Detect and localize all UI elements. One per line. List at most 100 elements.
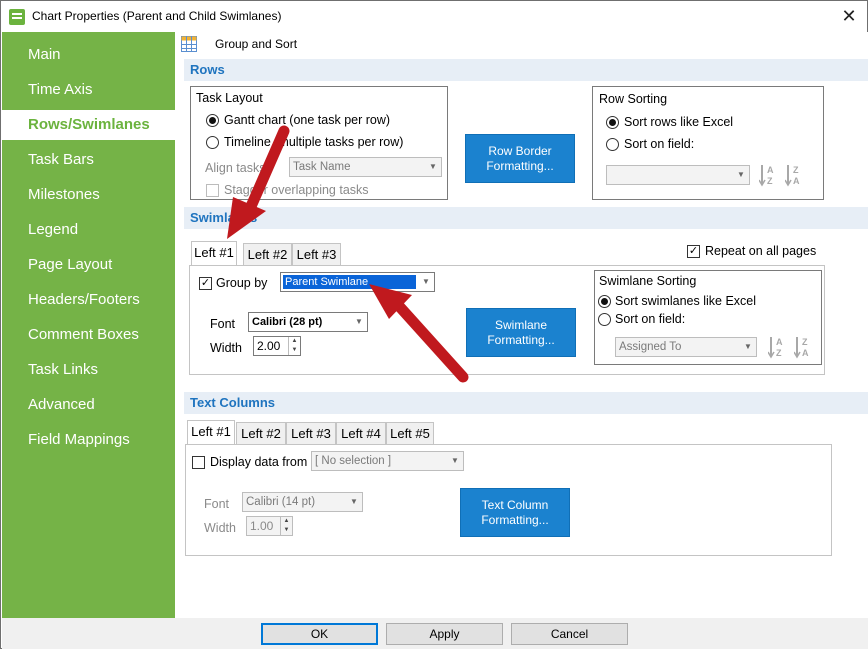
group-by-select[interactable]: Parent Swimlane ▼ [280,272,435,292]
sort-descending-icon[interactable]: ZA [784,163,805,187]
swimlane-tab-left-2[interactable]: Left #2 [243,243,292,265]
svg-text:A: A [793,176,800,186]
swimlane-width-spinner[interactable]: 2.00 ▲ ▼ [253,336,301,356]
sort-ascending-icon[interactable]: AZ [758,163,779,187]
row-sorting-title: Row Sorting [599,92,668,106]
swimlane-width-value: 2.00 [257,339,281,353]
row-sorting-group: Row Sorting Sort rows like Excel Sort on… [592,86,824,200]
sidebar-item-time-axis[interactable]: Time Axis [2,75,175,105]
app-icon [9,9,25,25]
svg-text:Z: Z [793,165,799,175]
text-column-tab-left-3[interactable]: Left #3 [286,422,336,444]
sort-rows-excel-label[interactable]: Sort rows like Excel [624,115,733,129]
group-by-value: Parent Swimlane [283,275,416,289]
window-title: Chart Properties (Parent and Child Swiml… [32,9,282,23]
display-data-label[interactable]: Display data from [210,455,307,469]
gantt-option-label[interactable]: Gantt chart (one task per row) [224,113,390,127]
chevron-down-icon: ▼ [737,170,745,179]
sidebar-item-field-mappings[interactable]: Field Mappings [2,425,175,455]
text-column-tab-panel: Display data from [ No selection ] ▼ Fon… [185,444,832,556]
align-tasks-label: Align tasks [205,161,266,175]
timeline-radio[interactable] [206,136,219,149]
task-layout-group: Task Layout Gantt chart (one task per ro… [190,86,448,200]
text-column-font-select[interactable]: Calibri (14 pt) ▼ [242,492,363,512]
text-column-tab-left-2[interactable]: Left #2 [236,422,286,444]
swimlane-sort-field-select[interactable]: Assigned To ▼ [615,337,757,357]
sidebar-item-task-links[interactable]: Task Links [2,355,175,385]
repeat-checkbox[interactable]: ✓ [687,245,700,258]
sidebar-item-rows-swimlanes[interactable]: Rows/Swimlanes [2,110,175,140]
apply-button[interactable]: Apply [386,623,503,645]
align-tasks-select[interactable]: Task Name ▼ [289,157,442,177]
group-by-checkbox[interactable]: ✓ [199,277,212,290]
svg-text:Z: Z [802,337,808,347]
group-sort-label[interactable]: Group and Sort [215,37,297,51]
row-border-formatting-button[interactable]: Row Border Formatting... [465,134,575,183]
group-by-label[interactable]: Group by [216,276,267,290]
swimlane-sorting-title: Swimlane Sorting [599,274,697,288]
text-column-tab-left-4[interactable]: Left #4 [336,422,386,444]
text-column-formatting-button[interactable]: Text Column Formatting... [460,488,570,537]
stagger-checkbox[interactable] [206,184,219,197]
cancel-button[interactable]: Cancel [511,623,628,645]
sidebar: Main Time Axis Rows/Swimlanes Task Bars … [2,32,175,618]
text-column-width-label: Width [204,521,236,535]
sort-rows-field-radio[interactable] [606,138,619,151]
chevron-down-icon: ▼ [422,277,430,286]
text-column-font-label: Font [204,497,230,511]
sidebar-item-headers-footers[interactable]: Headers/Footers [2,285,175,315]
align-tasks-value: Task Name [293,161,351,173]
sort-rows-field-label[interactable]: Sort on field: [624,137,694,151]
sort-rows-excel-radio[interactable] [606,116,619,129]
text-column-tab-left-5[interactable]: Left #5 [386,422,434,444]
ok-button[interactable]: OK [261,623,378,645]
sidebar-item-comment-boxes[interactable]: Comment Boxes [2,320,175,350]
text-column-tab-left-1[interactable]: Left #1 [187,420,235,444]
sidebar-item-legend[interactable]: Legend [2,215,175,245]
sidebar-item-task-bars[interactable]: Task Bars [2,145,175,175]
display-data-value: [ No selection ] [315,455,392,467]
text-column-width-value: 1.00 [250,519,274,533]
sort-ascending-icon[interactable]: AZ [767,335,788,359]
dialog-footer: OK Apply Cancel [2,618,868,649]
content-panel: Group and Sort Rows Task Layout Gantt ch… [175,32,868,618]
sort-swimlanes-field-radio[interactable] [598,313,611,326]
row-sort-field-select[interactable]: ▼ [606,165,750,185]
timeline-option-label[interactable]: Timeline (multiple tasks per row) [224,135,403,149]
sort-descending-icon[interactable]: ZA [793,335,814,359]
sidebar-item-milestones[interactable]: Milestones [2,180,175,210]
spinner-arrows-icon[interactable]: ▲ ▼ [280,517,292,535]
swimlane-tab-left-3[interactable]: Left #3 [292,243,341,265]
spinner-arrows-icon[interactable]: ▲ ▼ [288,337,300,355]
svg-text:Z: Z [776,348,782,358]
display-data-checkbox[interactable] [192,456,205,469]
svg-text:A: A [776,337,783,347]
text-column-font-value: Calibri (14 pt) [246,496,316,508]
sort-swimlanes-field-label[interactable]: Sort on field: [615,312,685,326]
svg-text:Z: Z [767,176,773,186]
sort-swimlanes-excel-label[interactable]: Sort swimlanes like Excel [615,294,756,308]
repeat-label[interactable]: Repeat on all pages [705,244,816,258]
swimlane-font-label: Font [210,317,236,331]
swimlane-width-label: Width [210,341,242,355]
chevron-down-icon: ▼ [429,162,437,171]
chevron-down-icon: ▼ [350,497,358,506]
sidebar-item-advanced[interactable]: Advanced [2,390,175,420]
sort-swimlanes-excel-radio[interactable] [598,295,611,308]
swimlane-font-value: Calibri (28 pt) [252,316,323,328]
gantt-radio[interactable] [206,114,219,127]
swimlane-sorting-group: Swimlane Sorting Sort swimlanes like Exc… [594,270,822,365]
text-column-width-spinner[interactable]: 1.00 ▲ ▼ [246,516,293,536]
swimlane-sort-field-value: Assigned To [619,341,682,353]
swimlane-tab-left-1[interactable]: Left #1 [191,241,237,265]
stagger-label: Stagger overlapping tasks [224,183,369,197]
swimlane-font-select[interactable]: Calibri (28 pt) ▼ [248,312,368,332]
display-data-select[interactable]: [ No selection ] ▼ [311,451,464,471]
grid-icon[interactable] [181,36,197,52]
sidebar-item-main[interactable]: Main [2,40,175,70]
close-icon[interactable]: ✕ [837,5,861,27]
chevron-down-icon: ▼ [451,456,459,465]
swimlane-formatting-button[interactable]: Swimlane Formatting... [466,308,576,357]
sidebar-item-page-layout[interactable]: Page Layout [2,250,175,280]
swimlane-tab-panel: ✓ Group by Parent Swimlane ▼ Font Calibr… [189,265,825,375]
